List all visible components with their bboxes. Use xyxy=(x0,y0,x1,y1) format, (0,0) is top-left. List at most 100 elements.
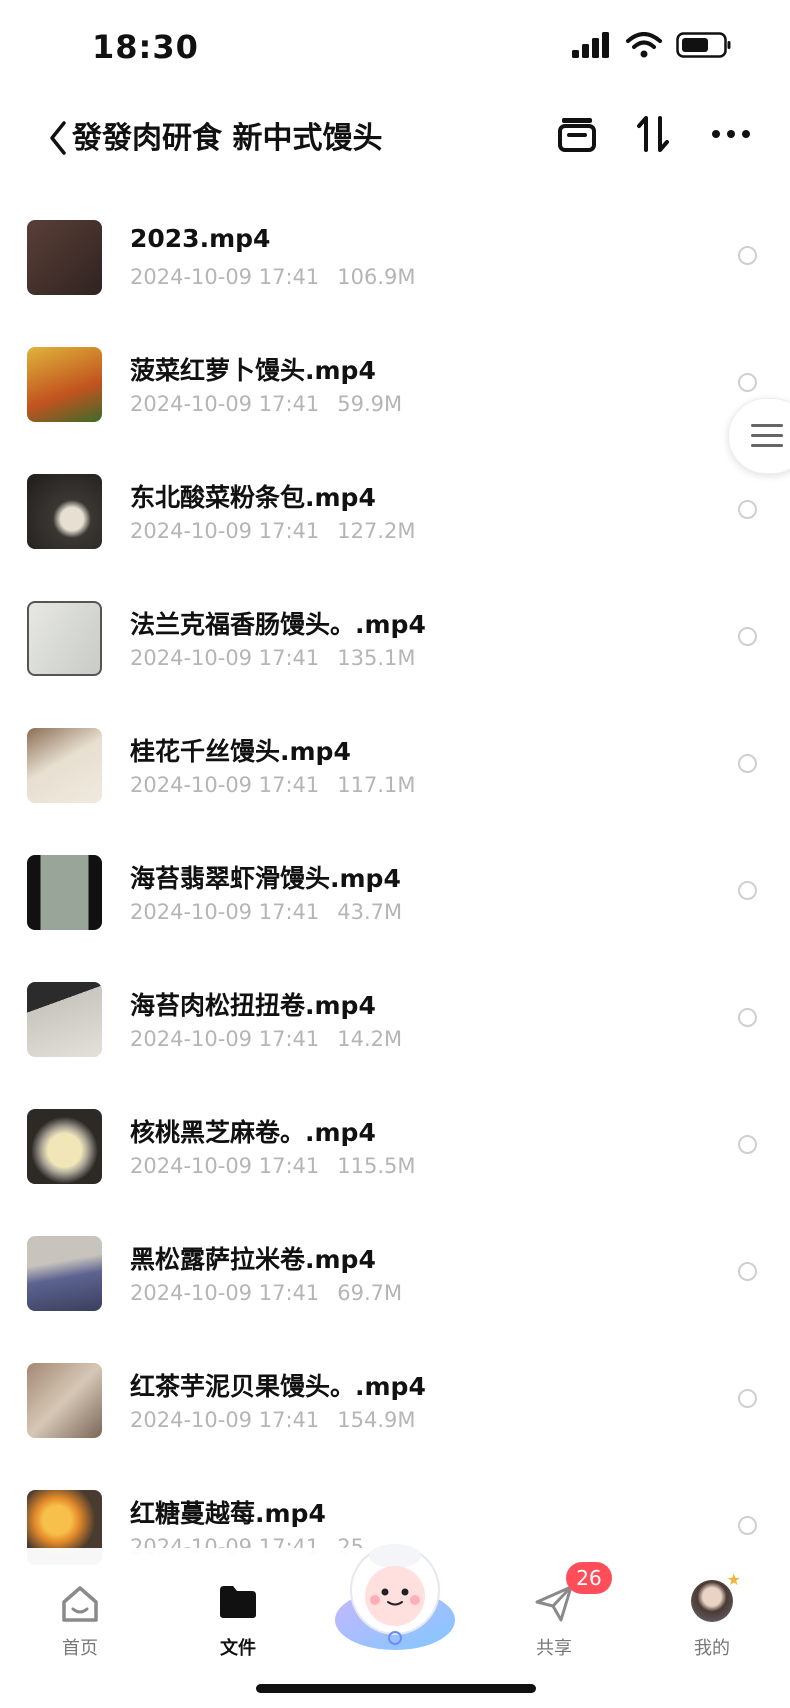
video-thumbnail xyxy=(27,855,102,930)
file-size: 117.1M xyxy=(337,773,416,797)
file-name: 2023.mp4 xyxy=(130,224,271,253)
assistant-mascot-button[interactable] xyxy=(330,1528,460,1658)
select-radio[interactable] xyxy=(738,1008,757,1027)
file-date: 2024-10-09 17:41 xyxy=(130,1154,320,1178)
crown-icon: ★ xyxy=(726,1570,741,1589)
file-date: 2024-10-09 17:41 xyxy=(130,900,320,924)
file-size: 14.2M xyxy=(337,1027,403,1051)
file-row[interactable]: 2023.mp4 2024-10-09 17:41 106.9M xyxy=(0,210,790,337)
file-date: 2024-10-09 17:41 xyxy=(130,646,320,670)
more-button[interactable] xyxy=(706,109,756,159)
file-meta: 2024-10-09 17:41 43.7M xyxy=(130,900,402,924)
mascot-icon xyxy=(335,1544,455,1650)
sort-button[interactable] xyxy=(628,109,678,159)
paper-plane-icon xyxy=(535,1585,573,1622)
file-size: 115.5M xyxy=(337,1154,416,1178)
status-icons xyxy=(572,32,732,58)
home-icon xyxy=(62,1586,98,1622)
file-date: 2024-10-09 17:41 xyxy=(130,519,320,543)
file-name: 黑松露萨拉米卷.mp4 xyxy=(130,1245,376,1274)
select-radio[interactable] xyxy=(738,627,757,646)
status-bar: 18:30 xyxy=(0,0,790,95)
file-size: 135.1M xyxy=(337,646,416,670)
home-indicator xyxy=(256,1684,536,1693)
file-meta: 2024-10-09 17:41 14.2M xyxy=(130,1027,402,1051)
file-meta: 2024-10-09 17:41 69.7M xyxy=(130,1281,402,1305)
file-size: 69.7M xyxy=(337,1281,403,1305)
file-meta: 2024-10-09 17:41 115.5M xyxy=(130,1154,416,1178)
video-thumbnail xyxy=(27,220,102,295)
file-row[interactable]: 核桃黑芝麻卷。.mp4 2024-10-09 17:41 115.5M xyxy=(0,1099,790,1226)
file-row[interactable]: 东北酸菜粉条包.mp4 2024-10-09 17:41 127.2M xyxy=(0,464,790,591)
file-meta: 2024-10-09 17:41 135.1M xyxy=(130,646,416,670)
header: 發發肉研食 新中式馒头 xyxy=(0,95,790,195)
select-radio[interactable] xyxy=(738,373,757,392)
tab-home-label: 首页 xyxy=(62,1638,98,1659)
select-radio[interactable] xyxy=(738,1516,757,1535)
avatar: ★ xyxy=(691,1570,741,1622)
select-radio[interactable] xyxy=(738,500,757,519)
tab-home[interactable]: 首页 xyxy=(30,1568,130,1659)
back-button[interactable] xyxy=(46,113,74,163)
file-date: 2024-10-09 17:41 xyxy=(130,1408,320,1432)
archive-icon xyxy=(558,118,596,152)
select-radio[interactable] xyxy=(738,881,757,900)
tab-mine-label: 我的 xyxy=(694,1638,730,1659)
video-thumbnail xyxy=(27,1363,102,1438)
select-radio[interactable] xyxy=(738,754,757,773)
file-size: 127.2M xyxy=(337,519,416,543)
file-name: 桂花千丝馒头.mp4 xyxy=(130,737,351,766)
file-meta: 2024-10-09 17:41 117.1M xyxy=(130,773,416,797)
file-name: 法兰克福香肠馒头。.mp4 xyxy=(130,610,426,639)
select-radio[interactable] xyxy=(738,1262,757,1281)
tab-files[interactable]: 文件 xyxy=(188,1568,288,1659)
cellular-signal-icon xyxy=(572,32,609,58)
file-row[interactable]: 桂花千丝馒头.mp4 2024-10-09 17:41 117.1M xyxy=(0,718,790,845)
folder-icon xyxy=(220,1586,256,1618)
file-date: 2024-10-09 17:41 xyxy=(130,265,320,289)
file-meta: 2024-10-09 17:41 154.9M xyxy=(130,1408,416,1432)
file-meta: 2024-10-09 17:41 106.9M xyxy=(130,265,416,289)
file-meta: 2024-10-09 17:41 59.9M xyxy=(130,392,402,416)
video-thumbnail xyxy=(27,982,102,1057)
file-size: 59.9M xyxy=(337,392,403,416)
video-thumbnail xyxy=(27,474,102,549)
sort-icon xyxy=(637,116,669,152)
tab-share-label: 共享 xyxy=(536,1638,572,1659)
file-size: 106.9M xyxy=(337,265,416,289)
select-radio[interactable] xyxy=(738,1135,757,1154)
battery-icon xyxy=(676,32,731,58)
video-thumbnail xyxy=(27,1236,102,1311)
file-name: 红糖蔓越莓.mp4 xyxy=(130,1499,326,1528)
more-icon xyxy=(712,130,750,138)
file-date: 2024-10-09 17:41 xyxy=(130,1027,320,1051)
select-radio[interactable] xyxy=(738,1389,757,1408)
file-name: 海苔翡翠虾滑馒头.mp4 xyxy=(130,864,401,893)
file-row[interactable]: 海苔翡翠虾滑馒头.mp4 2024-10-09 17:41 43.7M xyxy=(0,845,790,972)
file-name: 红茶芋泥贝果馒头。.mp4 xyxy=(130,1372,426,1401)
chevron-left-icon xyxy=(50,121,66,155)
archive-button[interactable] xyxy=(552,109,602,159)
status-time: 18:30 xyxy=(92,28,199,66)
file-date: 2024-10-09 17:41 xyxy=(130,392,320,416)
wifi-icon xyxy=(626,32,662,58)
file-name: 东北酸菜粉条包.mp4 xyxy=(130,483,376,512)
file-row[interactable]: 菠菜红萝卜馒头.mp4 2024-10-09 17:41 59.9M xyxy=(0,337,790,464)
tab-files-label: 文件 xyxy=(220,1638,256,1659)
file-row[interactable]: 黑松露萨拉米卷.mp4 2024-10-09 17:41 69.7M xyxy=(0,1226,790,1353)
file-date: 2024-10-09 17:41 xyxy=(130,1281,320,1305)
video-thumbnail xyxy=(27,601,102,676)
page-title: 發發肉研食 新中式馒头 xyxy=(72,121,383,156)
file-row[interactable]: 海苔肉松扭扭卷.mp4 2024-10-09 17:41 14.2M xyxy=(0,972,790,1099)
file-date: 2024-10-09 17:41 xyxy=(130,773,320,797)
tab-mine[interactable]: ★ 我的 xyxy=(662,1568,762,1659)
file-size: 43.7M xyxy=(337,900,403,924)
file-name: 海苔肉松扭扭卷.mp4 xyxy=(130,991,376,1020)
share-notification-badge: 26 xyxy=(566,1562,612,1594)
file-row[interactable]: 红茶芋泥贝果馒头。.mp4 2024-10-09 17:41 154.9M xyxy=(0,1353,790,1480)
file-name: 核桃黑芝麻卷。.mp4 xyxy=(130,1118,376,1147)
select-radio[interactable] xyxy=(738,246,757,265)
file-size: 154.9M xyxy=(337,1408,416,1432)
file-meta: 2024-10-09 17:41 127.2M xyxy=(130,519,416,543)
file-row[interactable]: 法兰克福香肠馒头。.mp4 2024-10-09 17:41 135.1M xyxy=(0,591,790,718)
